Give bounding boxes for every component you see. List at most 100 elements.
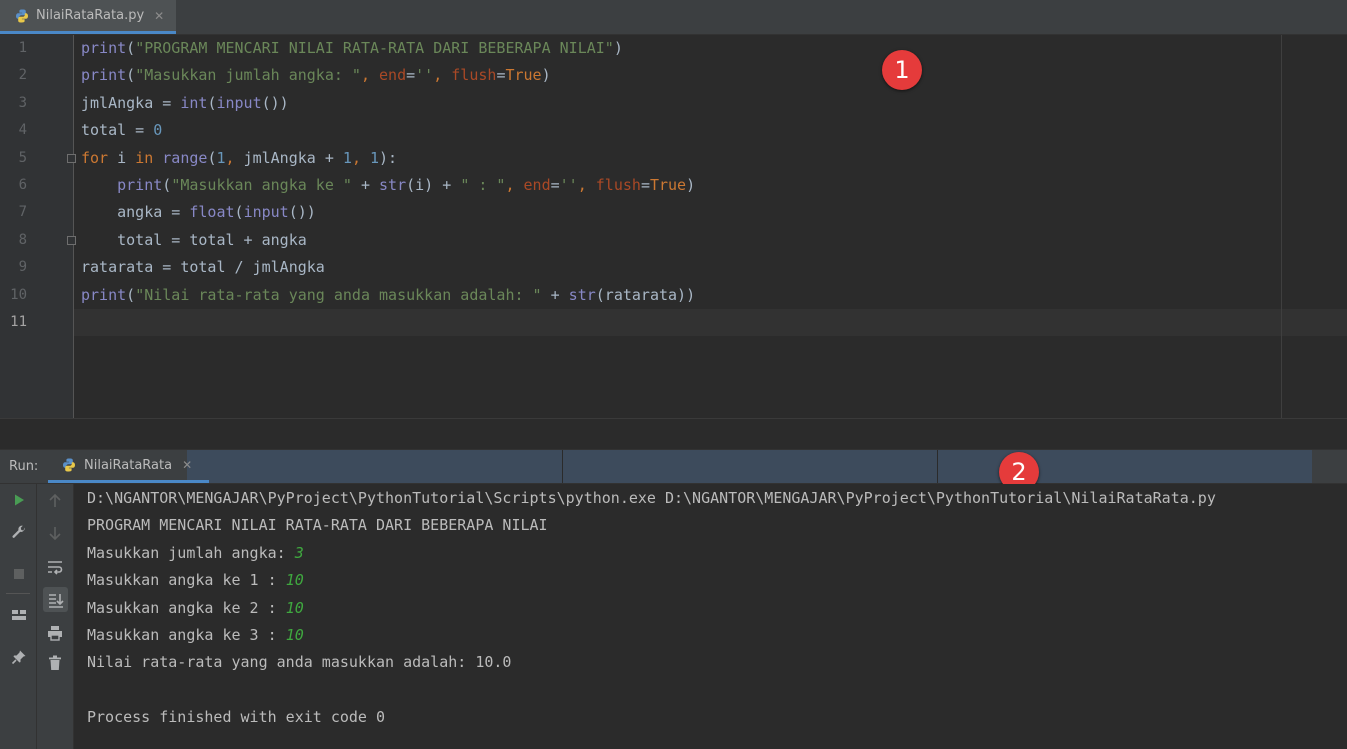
console-text: Masukkan angka ke 2 : xyxy=(87,598,286,617)
code-token: str xyxy=(568,285,596,304)
code-token: ()) xyxy=(261,93,289,112)
code-line[interactable]: for i in range(1, jmlAngka + 1, 1): xyxy=(81,145,397,172)
code-token: "Masukkan angka ke " xyxy=(171,176,352,194)
code-line[interactable]: jmlAngka = int(input()) xyxy=(81,90,289,117)
code-token: angka = xyxy=(81,203,190,222)
code-token: + xyxy=(351,176,380,194)
line-number: 1 xyxy=(18,40,27,56)
line-number: 6 xyxy=(18,177,27,193)
run-header-strip xyxy=(187,450,1312,483)
run-toolbar-secondary xyxy=(37,484,74,749)
code-token: print xyxy=(117,176,163,194)
code-token: in xyxy=(135,148,154,167)
line-number: 4 xyxy=(18,122,27,139)
code-line[interactable]: print("Masukkan jumlah angka: ", end='',… xyxy=(81,62,551,89)
code-token: 1 xyxy=(216,148,226,167)
code-token: end xyxy=(523,176,551,194)
code-token: " : " xyxy=(460,176,506,194)
code-token: , xyxy=(505,176,524,194)
code-token: ( xyxy=(162,176,172,194)
code-token: ( xyxy=(126,39,136,57)
code-token: + xyxy=(541,285,569,304)
console-line: Nilai rata-rata yang anda masukkan adala… xyxy=(87,649,511,676)
right-margin-guide xyxy=(1281,35,1282,418)
code-token: "PROGRAM MENCARI NILAI RATA-RATA DARI BE… xyxy=(135,39,614,57)
console-user-input: 10 xyxy=(285,598,304,617)
code-token: jmlAngka = xyxy=(81,93,181,112)
scroll-up-icon[interactable] xyxy=(44,490,66,512)
print-icon[interactable] xyxy=(44,622,66,644)
console-line: Masukkan angka ke 1 : 10 xyxy=(87,567,304,594)
layout-icon[interactable] xyxy=(8,604,30,626)
code-token: ( xyxy=(126,285,136,304)
code-token: print xyxy=(81,66,127,85)
run-toolbar-primary xyxy=(0,484,37,749)
pin-icon[interactable] xyxy=(8,646,30,668)
panel-splitter[interactable] xyxy=(0,418,1347,450)
code-line[interactable]: print("Nilai rata-rata yang anda masukka… xyxy=(81,282,695,309)
code-token: str xyxy=(379,176,407,194)
code-token: float xyxy=(189,203,235,222)
code-token: True xyxy=(505,66,542,85)
code-token: input xyxy=(216,93,262,112)
code-token: '' xyxy=(415,66,434,85)
line-number: 5 xyxy=(18,149,27,166)
console-line: Masukkan angka ke 2 : 10 xyxy=(87,595,304,622)
code-token: ()) xyxy=(288,203,316,222)
code-line[interactable]: print("Masukkan angka ke " + str(i) + " … xyxy=(81,172,695,199)
code-token: , xyxy=(577,176,596,194)
code-token: , xyxy=(351,148,370,167)
code-token: , xyxy=(433,66,452,85)
code-token: (ratarata)) xyxy=(595,285,696,304)
fold-icon[interactable] xyxy=(67,236,76,245)
code-token: 0 xyxy=(153,121,163,140)
console-line: PROGRAM MENCARI NILAI RATA-RATA DARI BEB… xyxy=(87,512,548,539)
code-token: end xyxy=(379,66,407,85)
fold-icon[interactable] xyxy=(67,154,76,163)
run-icon[interactable] xyxy=(8,489,30,511)
code-token: flush xyxy=(451,66,497,85)
code-token: flush xyxy=(595,176,641,194)
code-line[interactable]: angka = float(input()) xyxy=(81,199,316,226)
code-line[interactable]: total = total + angka xyxy=(81,227,307,254)
scroll-to-end-icon[interactable] xyxy=(43,587,68,612)
soft-wrap-icon[interactable] xyxy=(44,556,66,578)
line-number: 3 xyxy=(18,94,27,111)
code-token: ) xyxy=(613,39,623,57)
code-token: ratarata = total / jmlAngka xyxy=(81,258,325,277)
console-user-input: 10 xyxy=(285,571,304,590)
code-token: ) xyxy=(541,66,551,85)
run-tab-nilairatarata[interactable]: NilaiRataRata ✕ xyxy=(48,450,209,483)
close-icon[interactable]: ✕ xyxy=(182,458,192,472)
wrench-icon[interactable] xyxy=(8,522,30,544)
console-text: Masukkan angka ke 1 : xyxy=(87,571,286,590)
code-token: = xyxy=(640,176,650,194)
code-editor[interactable]: 1 2 3 4 5 6 7 8 9 10 11 print("PROGRAM MENCARI NIL… xyxy=(0,35,1347,418)
editor-tab-nilairatarata[interactable]: NilaiRataRata.py ✕ xyxy=(0,0,176,34)
code-token: total = xyxy=(81,121,154,140)
scroll-down-icon[interactable] xyxy=(44,522,66,544)
code-line[interactable]: print("PROGRAM MENCARI NILAI RATA-RATA D… xyxy=(81,35,623,62)
trash-icon[interactable] xyxy=(44,652,66,674)
console-text: Masukkan angka ke 3 : xyxy=(87,626,286,644)
stop-icon[interactable] xyxy=(8,563,30,585)
code-token: range xyxy=(162,148,208,167)
code-token: , xyxy=(360,66,380,85)
close-icon[interactable]: ✕ xyxy=(154,9,164,23)
code-token: print xyxy=(81,285,127,304)
code-token: "Nilai rata-rata yang anda masukkan adal… xyxy=(135,285,542,304)
code-token: print xyxy=(81,39,127,57)
console-text: PROGRAM MENCARI NILAI RATA-RATA DARI BEB… xyxy=(87,516,548,535)
run-panel-header: Run: NilaiRataRata ✕ 2 xyxy=(0,449,1347,492)
code-token: total = total + angka xyxy=(81,230,307,249)
run-console-output[interactable]: D:\NGANTOR\MENGAJAR\PyProject\PythonTuto… xyxy=(74,484,1347,749)
line-number: 7 xyxy=(18,204,27,221)
line-number: 2 xyxy=(18,67,27,84)
console-user-input: 3 xyxy=(294,543,304,562)
console-line: D:\NGANTOR\MENGAJAR\PyProject\PythonTuto… xyxy=(87,485,1216,512)
code-line[interactable]: ratarata = total / jmlAngka xyxy=(81,254,325,281)
code-token: , xyxy=(225,148,244,167)
code-line[interactable]: total = 0 xyxy=(81,117,162,144)
